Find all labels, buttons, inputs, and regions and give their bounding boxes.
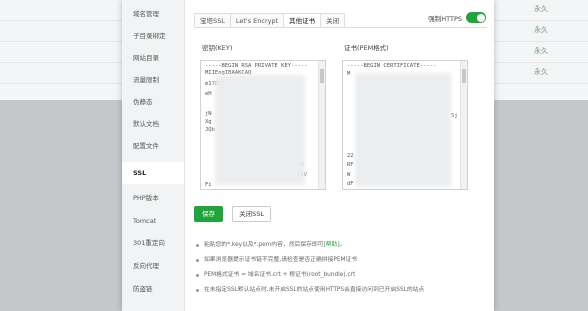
permission-text: 永久: [534, 47, 548, 55]
tab-lets-encrypt[interactable]: Let's Encrypt: [229, 13, 285, 28]
note-item: 在未指定SSL默认站点时,未开启SSL的站点使用HTTPS会直接访问到已开启SS…: [194, 283, 494, 298]
cert-label: 证书(PEM格式): [344, 44, 389, 52]
settings-sidebar: 域名管理 子目录绑定 网站目录 流量限制 伪静态 默认文档 配置文件 SSL P…: [122, 0, 185, 311]
sidebar-item-reverse-proxy[interactable]: 反向代理: [122, 255, 184, 277]
sidebar-item-hotlink[interactable]: 防盗链: [122, 278, 184, 300]
sidebar-item-domain[interactable]: 域名管理: [122, 3, 184, 25]
redaction-blur: [355, 73, 451, 187]
cert-textarea[interactable]: -----BEGIN CERTIFICATE----- M 5j 22 RF W…: [342, 60, 468, 190]
sidebar-item-site-directory[interactable]: 网站目录: [122, 47, 184, 69]
sidebar-item-php-version[interactable]: PHP版本: [122, 187, 184, 209]
save-button[interactable]: 保存: [194, 206, 223, 222]
ssl-tabs: 宝塔SSL Let's Encrypt 其他证书 关闭: [194, 13, 346, 28]
tab-close[interactable]: 关闭: [320, 13, 346, 28]
permission-text: 永久: [534, 26, 548, 34]
force-https: 强制HTTPS: [428, 12, 486, 23]
help-link[interactable]: [帮助]: [323, 242, 339, 248]
sidebar-item-traffic-limit[interactable]: 流量限制: [122, 69, 184, 91]
tab-other-cert[interactable]: 其他证书: [283, 13, 322, 28]
permission-text: 永久: [534, 5, 548, 13]
sidebar-item-config-file[interactable]: 配置文件: [122, 135, 184, 157]
key-textarea[interactable]: -----BEGIN RSA PRIVATE KEY----- MIIEogIB…: [200, 60, 326, 190]
sidebar-item-default-doc[interactable]: 默认文档: [122, 113, 184, 135]
force-https-toggle[interactable]: [466, 12, 486, 23]
tab-baota-ssl[interactable]: 宝塔SSL: [194, 13, 231, 28]
sidebar-item-tomcat[interactable]: Tomcat: [122, 210, 184, 232]
tab-divider: [194, 27, 487, 28]
note-item: PEM格式证书 = 域名证书.crt + 根证书(root_bundle).cr…: [194, 268, 494, 283]
sidebar-item-ssl[interactable]: SSL: [122, 162, 184, 184]
key-scrollbar[interactable]: [318, 61, 325, 189]
note-item: 粘贴您的*.key以及*.pem内容，然后保存即可[帮助]。: [194, 238, 494, 253]
cert-scrollbar[interactable]: [460, 61, 467, 189]
redaction-blur: [215, 75, 305, 185]
permission-text: 永久: [534, 68, 548, 76]
key-label: 密钥(KEY): [202, 44, 233, 52]
sidebar-item-rewrite[interactable]: 伪静态: [122, 91, 184, 113]
help-notes: 粘贴您的*.key以及*.pem内容，然后保存即可[帮助]。 如果浏览器提示证书…: [194, 238, 494, 298]
sidebar-item-redirect[interactable]: 301重定向: [122, 232, 184, 254]
note-item: 如果浏览器提示证书链不完整,请检查是否正确拼接PEM证书: [194, 253, 494, 268]
ssl-panel: 宝塔SSL Let's Encrypt 其他证书 关闭 强制HTTPS 密钥(K…: [184, 0, 494, 311]
site-settings-modal: 域名管理 子目录绑定 网站目录 流量限制 伪静态 默认文档 配置文件 SSL P…: [122, 0, 494, 311]
force-https-label: 强制HTTPS: [428, 14, 462, 23]
close-ssl-button[interactable]: 关闭SSL: [232, 206, 271, 222]
sidebar-item-subdirectory[interactable]: 子目录绑定: [122, 25, 184, 47]
